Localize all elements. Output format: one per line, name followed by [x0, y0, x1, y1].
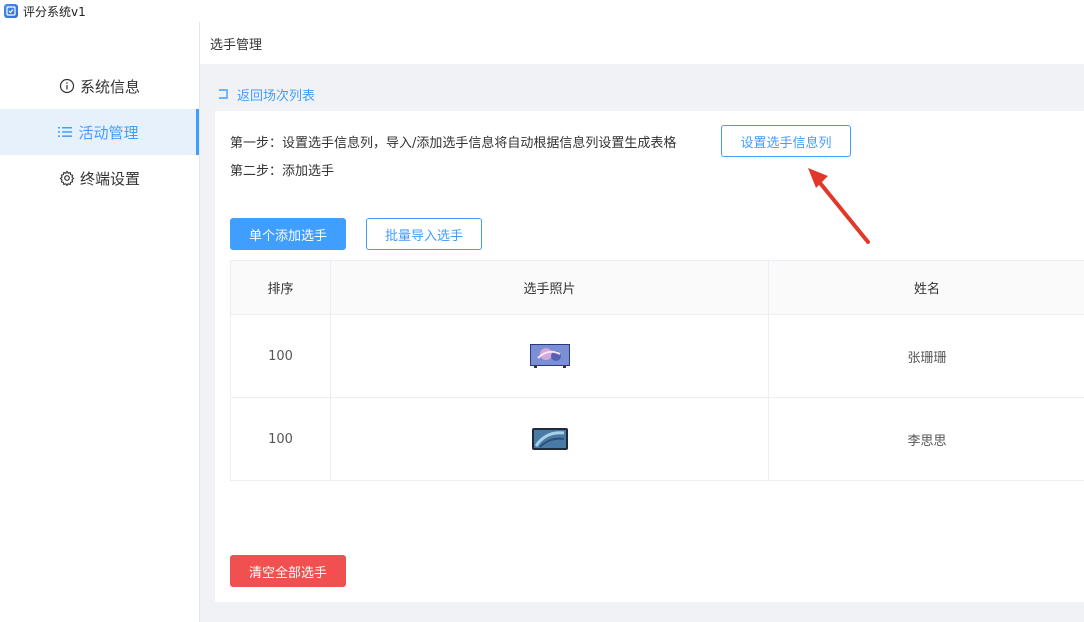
add-single-player-button[interactable]: 单个添加选手	[230, 218, 346, 250]
sidebar-item-system-info[interactable]: 系统信息	[0, 63, 199, 109]
back-link-label: 返回场次列表	[237, 88, 316, 104]
tablet-thumbnail-icon	[531, 428, 568, 450]
table-cell-photo	[331, 398, 769, 481]
sidebar-item-activity-management[interactable]: 活动管理	[0, 109, 199, 155]
batch-import-players-button[interactable]: 批量导入选手	[366, 218, 482, 250]
step-one-text: 第一步：设置选手信息列，导入/添加选手信息将自动根据信息列设置生成表格	[230, 136, 677, 151]
table-cell-order: 100	[231, 398, 331, 481]
app-logo-icon	[4, 4, 18, 18]
page-title: 选手管理	[200, 22, 1084, 64]
step-two-text: 第二步：添加选手	[230, 164, 335, 179]
tv-thumbnail-icon	[529, 344, 570, 368]
return-icon	[219, 89, 228, 99]
sidebar: 系统信息 活动管理 终端设置	[0, 22, 200, 622]
set-player-info-columns-button[interactable]: 设置选手信息列	[721, 125, 851, 157]
sidebar-item-terminal-settings[interactable]: 终端设置	[0, 155, 199, 201]
column-header-photo: 选手照片	[331, 261, 769, 315]
app-title: 评分系统v1	[23, 4, 86, 19]
table-cell-order: 100	[231, 315, 331, 398]
clear-all-players-button[interactable]: 清空全部选手	[230, 555, 346, 587]
sidebar-item-label: 系统信息	[79, 77, 140, 96]
gear-icon	[59, 170, 75, 186]
column-header-order: 排序	[231, 261, 331, 315]
table-cell-name: 张珊珊	[769, 315, 1084, 398]
table-cell-name: 李思思	[769, 398, 1084, 481]
sidebar-item-label: 终端设置	[79, 169, 140, 188]
back-to-list-link[interactable]: 返回场次列表	[217, 85, 316, 104]
players-table: 排序 选手照片 姓名 100 张珊珊 100 李思思	[230, 260, 1084, 481]
annotation-arrow-icon	[808, 168, 870, 244]
title-bar: 评分系统v1	[0, 0, 1084, 22]
list-icon	[57, 124, 73, 140]
info-circle-icon	[59, 78, 75, 94]
table-cell-photo	[331, 315, 769, 398]
sidebar-item-label: 活动管理	[78, 123, 139, 142]
column-header-name: 姓名	[769, 261, 1084, 315]
